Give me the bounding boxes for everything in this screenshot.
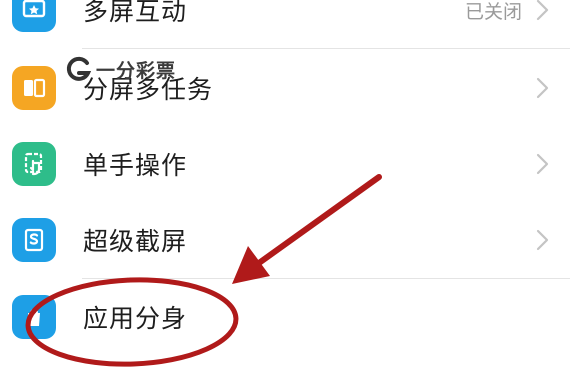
super-screenshot-icon	[12, 218, 56, 262]
settings-item-label: 单手操作	[83, 151, 188, 180]
logo-icon	[66, 56, 92, 81]
settings-item-super-screenshot[interactable]: 超级截屏	[0, 202, 570, 278]
split-screen-icon	[12, 66, 56, 110]
chevron-right-icon	[536, 0, 549, 21]
settings-item-multi-screen[interactable]: 多屏互动 已关闭	[0, 0, 570, 48]
watermark-text: 一分彩票	[96, 59, 177, 82]
status-text: 已关闭	[464, 0, 522, 23]
app-clone-icon	[12, 295, 56, 339]
settings-item-one-hand[interactable]: 单手操作	[0, 126, 570, 202]
settings-item-app-clone[interactable]: 应用分身	[0, 279, 570, 355]
chevron-right-icon	[536, 229, 549, 251]
settings-item-label: 超级截屏	[83, 227, 188, 256]
settings-item-label: 应用分身	[83, 304, 188, 333]
chevron-right-icon	[536, 153, 549, 175]
settings-item-label: 多屏互动	[83, 0, 188, 26]
divider	[82, 48, 570, 49]
chevron-right-icon	[536, 77, 549, 99]
one-hand-icon	[12, 142, 56, 186]
multi-screen-icon	[12, 0, 56, 32]
watermark-logo: 一分彩票	[66, 52, 176, 86]
settings-screen: 多屏互动 已关闭 分屏多任务 单手操作 超级截屏 应用分身 一分彩票	[0, 0, 570, 380]
